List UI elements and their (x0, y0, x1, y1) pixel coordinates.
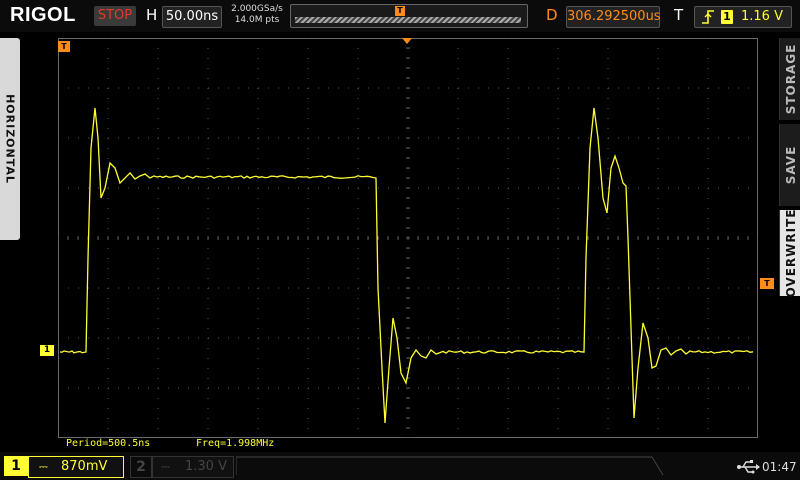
delay-label: D (546, 6, 558, 24)
right-soft-menu: STORAGE SAVE OVERWRITE (779, 38, 800, 298)
ch2-badge[interactable]: 2 (130, 456, 152, 478)
trigger-offset-marker[interactable]: T (58, 41, 70, 52)
measurement-period: Period=500.5ns (66, 438, 151, 449)
clock: 01:47 (762, 460, 797, 474)
menu-item-label: STORAGE (783, 43, 798, 115)
horizontal-label: H (146, 6, 158, 24)
ch1-settings[interactable]: ⎓ 870mV (28, 456, 124, 478)
delay-value[interactable]: 306.292500us (566, 6, 661, 28)
trigger-settings[interactable]: 1 1.16 V (694, 6, 792, 28)
bottom-channel-bar: 1 ⎓ 870mV 2 ⎓ 1.30 V 01:47 (0, 452, 800, 480)
trigger-source-badge: 1 (721, 10, 733, 24)
measurement-frequency: Freq=1.998MHz (196, 438, 275, 449)
waveform-display[interactable] (58, 38, 758, 438)
trigger-level-marker[interactable]: T (760, 278, 774, 289)
ch1-badge[interactable]: 1 (4, 456, 28, 476)
ch2-scale: 1.30 V (185, 459, 227, 474)
menu-item-label: OVERWRITE (783, 208, 798, 298)
channel-tabs-frame (236, 456, 664, 476)
memory-position-bar: T (290, 4, 528, 28)
usb-icon (737, 460, 760, 474)
trigger-label: T (674, 6, 684, 24)
menu-item-storage[interactable]: STORAGE (779, 38, 800, 120)
menu-item-save[interactable]: SAVE (779, 124, 800, 206)
ch1-offset-marker[interactable]: 1 (40, 345, 54, 356)
sample-rate: 2.000GSa/s (231, 4, 283, 14)
acquisition-info: 2.000GSa/s 14.0M pts (228, 4, 286, 26)
ch2-settings[interactable]: ⎓ 1.30 V (152, 456, 234, 478)
menu-item-label: SAVE (783, 145, 798, 185)
horizontal-menu-tab[interactable]: HORIZONTAL (0, 38, 20, 240)
memory-depth: 14.0M pts (234, 15, 280, 25)
rigol-logo: RIGOL (10, 4, 76, 26)
horizontal-tab-label: HORIZONTAL (3, 94, 17, 184)
top-status-bar: RIGOL STOP H 50.00ns 2.000GSa/s 14.0M pt… (0, 0, 800, 32)
rising-edge-icon (702, 10, 714, 24)
run-stop-status[interactable]: STOP (94, 6, 136, 26)
ch1-scale: 870mV (61, 459, 108, 474)
dc-coupling-icon: ⎓ (161, 460, 170, 473)
trigger-position-marker: T (395, 6, 405, 16)
menu-item-overwrite[interactable]: OVERWRITE (779, 208, 800, 298)
dc-coupling-icon: ⎓ (39, 460, 48, 473)
memory-waveform-overview (295, 17, 521, 23)
trigger-level-value: 1.16 V (741, 9, 783, 24)
timebase-value[interactable]: 50.00ns (162, 6, 222, 28)
